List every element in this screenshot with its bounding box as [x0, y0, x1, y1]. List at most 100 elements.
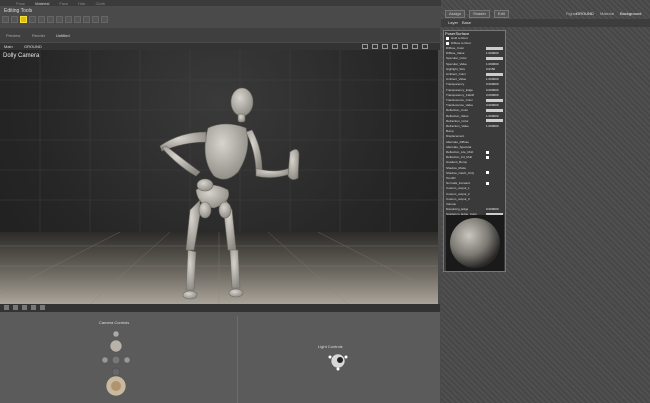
node-param-row[interactable]: Translucence_Color — [446, 98, 504, 102]
node-param-row[interactable]: Refraction_Color — [446, 119, 504, 123]
camera-icon[interactable] — [362, 44, 368, 49]
scale-tool-icon[interactable] — [38, 16, 45, 23]
options-icon[interactable] — [422, 44, 428, 49]
node-param-row[interactable]: Reflection_Kd_Mult — [446, 155, 504, 159]
param-value[interactable]: 1.000000 — [486, 124, 499, 128]
tab-render[interactable]: Render — [32, 33, 45, 38]
param-value[interactable]: 0.000000 — [486, 82, 499, 86]
tab-assign[interactable]: Assign — [445, 10, 466, 18]
node-param-row[interactable]: Reflection_Lite_Mult — [446, 150, 504, 154]
node-param-row[interactable]: ToonID — [446, 176, 504, 180]
node-param-row[interactable]: Shadow_Catch_Only — [446, 171, 504, 175]
color-swatch[interactable] — [486, 108, 503, 112]
node-param-row[interactable]: Custom_output_3 — [446, 197, 504, 201]
node-param-row[interactable]: Refraction_Value 1.000000 — [446, 124, 504, 128]
node-param-row[interactable]: Highlight_Size 0.0150 — [446, 67, 504, 71]
node-param-row[interactable]: Transparency 0.000000 — [446, 82, 504, 86]
light-controls[interactable] — [326, 351, 350, 371]
node-param-row[interactable]: Gradient_Bump — [446, 160, 504, 164]
param-value[interactable]: 1.000000 — [486, 62, 499, 66]
node-param-row[interactable]: Transparency_Falloff 0.000000 — [446, 93, 504, 97]
param-value[interactable]: 0.000000 — [486, 93, 499, 97]
tab-shader[interactable]: Shader — [469, 10, 490, 18]
param-value[interactable]: 1.000000 — [486, 114, 499, 118]
node-checkbox-row[interactable]: Diffuse to Root — [446, 41, 504, 45]
layer-select[interactable]: Base — [462, 20, 471, 25]
menu-item-hair[interactable]: Hair — [78, 1, 85, 6]
node-param-row[interactable]: Diffuse_Color — [446, 46, 504, 50]
node-param-row[interactable]: Reflection_Color — [446, 108, 504, 112]
node-param-row[interactable]: Dissolving_Edge 0.000000 — [446, 207, 504, 211]
prop-icon[interactable] — [13, 305, 18, 310]
node-checkbox-row[interactable]: Hold to Root — [446, 36, 504, 40]
rotate-tool-icon[interactable] — [2, 16, 9, 23]
node-param-row[interactable]: Shadow_Mode — [446, 166, 504, 170]
color-swatch[interactable] — [486, 72, 503, 76]
param-value[interactable]: 0.0150 — [486, 67, 495, 71]
taper-tool-icon[interactable] — [47, 16, 54, 23]
node-param-row[interactable]: Normals_Forward — [446, 181, 504, 185]
document-viewport[interactable] — [0, 50, 438, 304]
param-value[interactable]: 1.000000 — [486, 77, 499, 81]
tab-untitled[interactable]: Untitled — [56, 33, 70, 38]
eye-icon[interactable] — [402, 44, 408, 49]
morphing-tool-icon[interactable] — [92, 16, 99, 23]
param-value[interactable]: 1.000000 — [486, 51, 499, 55]
figure-select[interactable]: GROUND — [576, 11, 594, 16]
twist-tool-icon[interactable] — [11, 16, 18, 23]
cloth-icon[interactable] — [31, 305, 36, 310]
node-param-row[interactable]: Transparency_Edge 0.000000 — [446, 88, 504, 92]
menu-item-material[interactable]: Material — [35, 1, 49, 6]
direct-manipulation-tool-icon[interactable] — [101, 16, 108, 23]
menu-item-cloth[interactable]: Cloth — [96, 1, 105, 6]
view-magnifier-tool-icon[interactable] — [83, 16, 90, 23]
camera-controls[interactable] — [98, 326, 134, 398]
grouping-tool-icon[interactable] — [74, 16, 81, 23]
checkbox-icon[interactable] — [446, 36, 449, 40]
color-swatch[interactable] — [486, 98, 503, 102]
ground-select[interactable]: GROUND — [24, 44, 42, 49]
node-param-row[interactable]: Translucence_Value 0.000000 — [446, 103, 504, 107]
node-param-row[interactable]: Ambient_Value 1.000000 — [446, 77, 504, 81]
render-icon[interactable] — [372, 44, 378, 49]
material-select[interactable]: Background — [620, 11, 641, 16]
color-swatch[interactable] — [486, 46, 503, 50]
translate-tool-icon[interactable] — [20, 16, 27, 23]
node-param-row[interactable]: Displacement — [446, 134, 504, 138]
checkbox-icon[interactable] — [486, 155, 489, 159]
checkbox-icon[interactable] — [486, 181, 489, 185]
checkbox-icon[interactable] — [446, 41, 449, 45]
node-param-row[interactable]: Alternate_Specular — [446, 145, 504, 149]
menu-item-pose[interactable]: Pose — [16, 1, 25, 6]
layout-icon[interactable] — [412, 44, 418, 49]
checkbox-icon[interactable] — [486, 171, 489, 175]
chain-break-tool-icon[interactable] — [56, 16, 63, 23]
color-tool-icon[interactable] — [65, 16, 72, 23]
link-icon[interactable] — [40, 305, 45, 310]
node-param-row[interactable]: Custom_output_2 — [446, 192, 504, 196]
param-value[interactable]: 0.000000 — [486, 88, 499, 92]
color-swatch[interactable] — [486, 119, 503, 123]
node-param-row[interactable]: Specular_Value 1.000000 — [446, 62, 504, 66]
menu-item-face[interactable]: Face — [59, 1, 68, 6]
node-param-row[interactable]: Bump — [446, 129, 504, 133]
color-swatch[interactable] — [486, 56, 503, 60]
translate-in-out-tool-icon[interactable] — [29, 16, 36, 23]
param-value[interactable]: 0.000000 — [486, 103, 499, 107]
node-param-row[interactable]: Custom_output_1 — [446, 186, 504, 190]
hair-icon[interactable] — [22, 305, 27, 310]
node-param-row[interactable]: Alternate_Diffuse — [446, 140, 504, 144]
light-icon[interactable] — [382, 44, 388, 49]
node-param-row[interactable]: Diffuse_Value 1.000000 — [446, 51, 504, 55]
mannequin-figure[interactable] — [0, 50, 438, 304]
node-param-row[interactable]: Volume — [446, 202, 504, 206]
param-value[interactable]: 0.000000 — [486, 207, 499, 211]
figure-icon[interactable] — [4, 305, 9, 310]
grid-icon[interactable] — [392, 44, 398, 49]
node-param-row[interactable]: Specular_Color — [446, 56, 504, 60]
node-param-row[interactable]: Ambient_Color — [446, 72, 504, 76]
tab-edit[interactable]: Edit — [493, 10, 509, 18]
tab-preview[interactable]: Preview — [6, 33, 20, 38]
camera-select[interactable]: Main — [4, 44, 13, 49]
node-param-row[interactable]: Reflection_Value 1.000000 — [446, 114, 504, 118]
